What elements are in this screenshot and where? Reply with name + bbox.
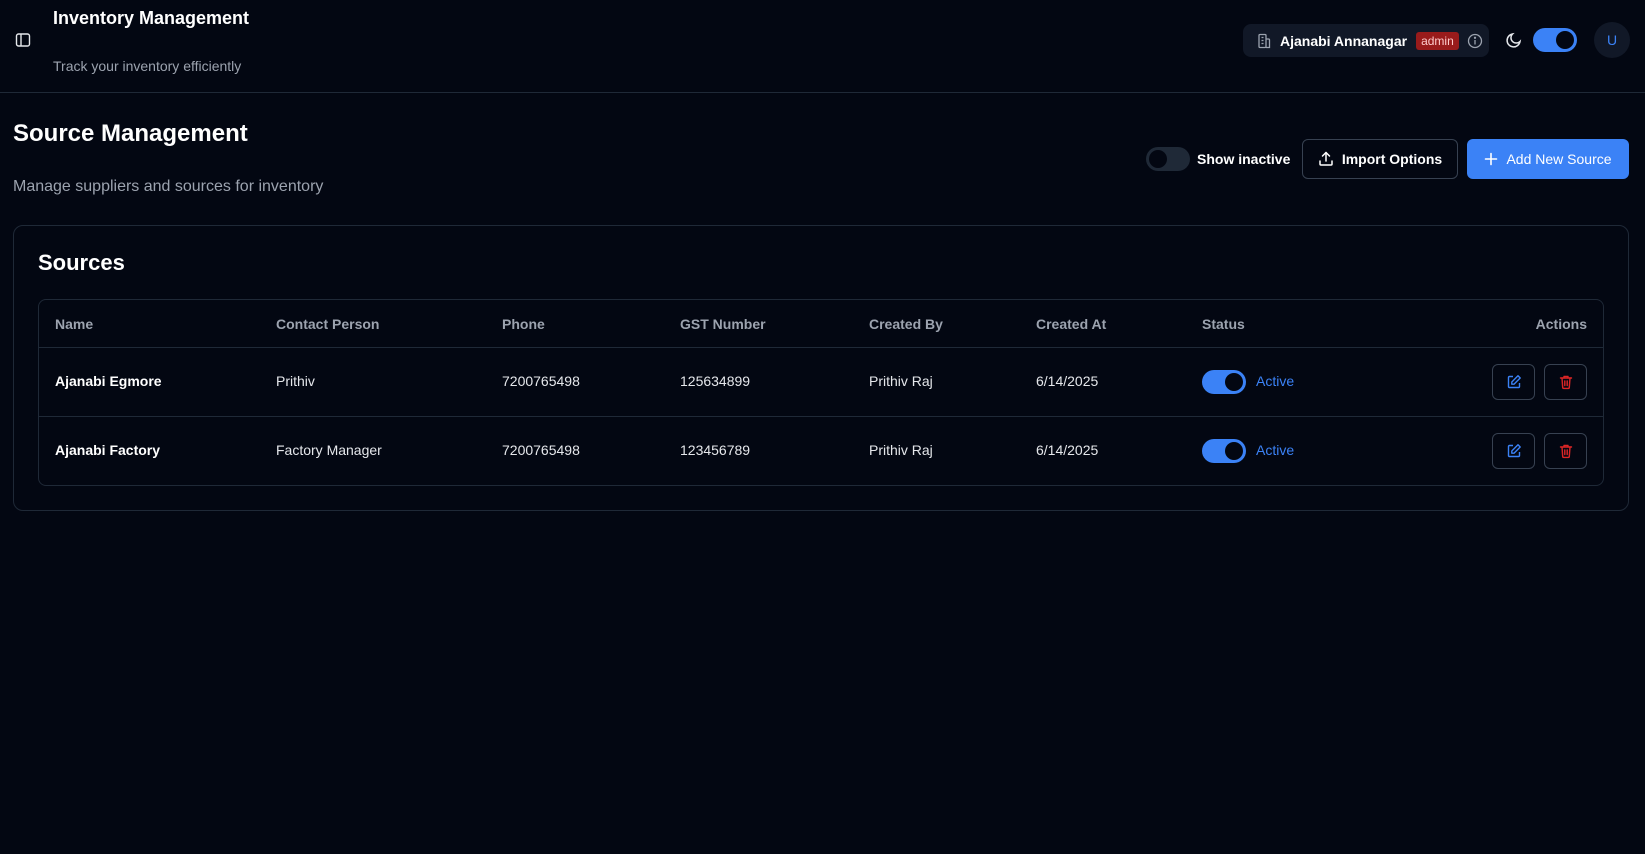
cell-contact: Factory Manager	[276, 442, 382, 458]
sources-card: Sources Name Contact Person Phone GST Nu…	[13, 225, 1629, 511]
table-row: Ajanabi Egmore Prithiv 7200765498 125634…	[39, 348, 1603, 417]
column-header-gst[interactable]: GST Number	[680, 316, 766, 332]
trash-icon	[1558, 374, 1574, 390]
toggle-knob	[1149, 150, 1167, 168]
table-row: Ajanabi Factory Factory Manager 72007654…	[39, 417, 1603, 485]
cell-name: Ajanabi Factory	[55, 442, 161, 458]
moon-icon	[1505, 31, 1523, 49]
column-header-created-by[interactable]: Created By	[869, 316, 943, 332]
info-icon[interactable]	[1467, 33, 1483, 49]
cell-phone: 7200765498	[502, 373, 580, 389]
import-options-button[interactable]: Import Options	[1302, 139, 1458, 179]
theme-toggle[interactable]	[1533, 28, 1577, 52]
show-inactive-label: Show inactive	[1197, 151, 1291, 167]
column-header-created-at[interactable]: Created At	[1036, 316, 1106, 332]
cell-name: Ajanabi Egmore	[55, 373, 162, 389]
app-subtitle: Track your inventory efficiently	[53, 58, 242, 74]
avatar[interactable]: U	[1594, 22, 1630, 58]
show-inactive-toggle[interactable]	[1146, 147, 1190, 171]
toggle-knob	[1225, 373, 1243, 391]
card-title: Sources	[38, 250, 125, 275]
sources-table: Name Contact Person Phone GST Number Cre…	[38, 299, 1604, 486]
branch-selector[interactable]: Ajanabi Annanagar admin	[1243, 24, 1489, 57]
cell-phone: 7200765498	[502, 442, 580, 458]
trash-icon	[1558, 443, 1574, 459]
page-subtitle: Manage suppliers and sources for invento…	[13, 178, 324, 195]
column-header-phone[interactable]: Phone	[502, 316, 545, 332]
status-label: Active	[1256, 442, 1295, 458]
add-new-source-label: Add New Source	[1506, 151, 1612, 167]
table-header: Name Contact Person Phone GST Number Cre…	[39, 300, 1603, 348]
edit-icon	[1506, 443, 1522, 459]
page-title: Source Management	[13, 120, 248, 147]
app-title: Inventory Management	[53, 8, 250, 28]
cell-created-by: Prithiv Raj	[869, 373, 933, 389]
delete-button[interactable]	[1544, 433, 1587, 469]
sidebar-toggle-icon[interactable]	[14, 31, 32, 49]
building-icon	[1256, 33, 1272, 49]
column-header-contact[interactable]: Contact Person	[276, 316, 379, 332]
plus-icon	[1484, 152, 1498, 166]
toggle-knob	[1225, 442, 1243, 460]
column-header-name[interactable]: Name	[55, 316, 93, 332]
branch-name: Ajanabi Annanagar	[1280, 32, 1408, 49]
column-header-actions: Actions	[1535, 316, 1587, 332]
toggle-knob	[1556, 31, 1574, 49]
cell-gst: 123456789	[680, 442, 751, 458]
cell-contact: Prithiv	[276, 373, 315, 389]
cell-created-by: Prithiv Raj	[869, 442, 933, 458]
status-label: Active	[1256, 373, 1295, 389]
cell-created-at: 6/14/2025	[1036, 442, 1099, 458]
edit-icon	[1506, 374, 1522, 390]
cell-gst: 125634899	[680, 373, 751, 389]
upload-icon	[1318, 151, 1334, 167]
column-header-status[interactable]: Status	[1202, 316, 1245, 332]
import-options-label: Import Options	[1341, 151, 1443, 167]
edit-button[interactable]	[1492, 433, 1535, 469]
status-toggle[interactable]	[1202, 439, 1246, 463]
top-bar: Inventory Management Track your inventor…	[0, 0, 1645, 93]
role-badge: admin	[1416, 31, 1459, 50]
delete-button[interactable]	[1544, 364, 1587, 400]
cell-created-at: 6/14/2025	[1036, 373, 1099, 389]
add-new-source-button[interactable]: Add New Source	[1467, 139, 1629, 179]
edit-button[interactable]	[1492, 364, 1535, 400]
status-toggle[interactable]	[1202, 370, 1246, 394]
